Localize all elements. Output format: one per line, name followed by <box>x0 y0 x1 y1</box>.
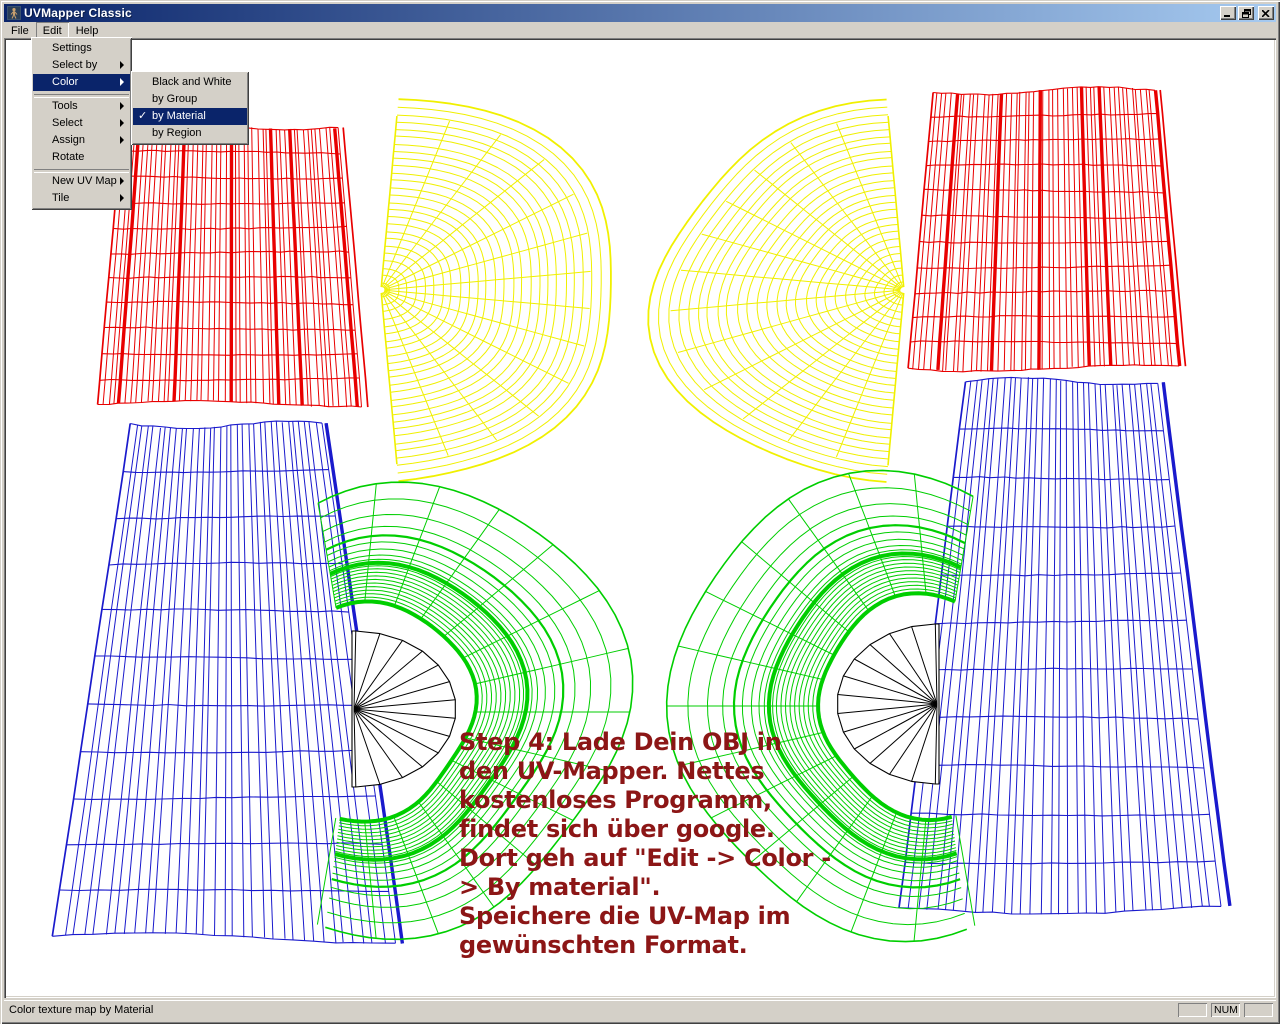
mesh-yellow-fan-right <box>647 98 905 483</box>
color-submenu-item-by-material[interactable]: by Material ✓ <box>133 108 247 125</box>
window-controls <box>1220 6 1274 20</box>
color-submenu-item-black-and-white[interactable]: Black and White <box>133 74 247 91</box>
submenu-arrow-icon <box>120 78 124 86</box>
app-icon <box>7 6 21 20</box>
status-pane-empty <box>1178 1003 1207 1017</box>
menubar-item-help[interactable]: Help <box>69 22 106 38</box>
mesh-yellow-fan-left <box>380 98 612 483</box>
edit-menu-item-select[interactable]: Select <box>33 115 130 132</box>
mesh-blue-patch-right <box>898 376 1232 915</box>
submenu-arrow-icon <box>120 194 124 202</box>
menu-separator <box>34 91 129 98</box>
app-window: UVMapper Classic File Edit Help Step 4: … <box>0 0 1280 1024</box>
window-title: UVMapper Classic <box>24 6 132 20</box>
menubar-item-edit[interactable]: Edit <box>36 22 69 38</box>
mesh-red-patch-right <box>907 86 1187 373</box>
status-pane-empty <box>1244 1003 1273 1017</box>
edit-menu: Settings Select by Color Tools Select Assign R… <box>31 37 132 210</box>
annotation-line: Step 4: Lade Dein OBJ in <box>459 728 782 756</box>
edit-menu-item-select-by[interactable]: Select by <box>33 57 130 74</box>
status-panes: NUM <box>1178 1003 1273 1017</box>
annotation-line: kostenloses Programm, <box>459 786 772 814</box>
submenu-arrow-icon <box>120 61 124 69</box>
annotation-line: den UV-Mapper. Nettes <box>459 757 765 785</box>
uv-canvas[interactable]: Step 4: Lade Dein OBJ in den UV-Mapper. N… <box>4 38 1276 998</box>
close-button[interactable] <box>1258 6 1274 20</box>
menu-bar: File Edit Help <box>4 22 1276 38</box>
annotation-text: Step 4: Lade Dein OBJ in den UV-Mapper. N… <box>459 728 831 960</box>
annotation-line: gewünschten Format. <box>459 931 748 959</box>
annotation-line: > By material". <box>459 873 661 901</box>
checkmark-icon: ✓ <box>138 110 148 122</box>
color-submenu-item-by-region[interactable]: by Region <box>133 125 247 142</box>
mesh-black-fan-right <box>837 623 940 785</box>
color-submenu-item-by-group[interactable]: by Group <box>133 91 247 108</box>
annotation-line: findet sich über google. <box>459 815 775 843</box>
annotation-line: Speichere die UV-Map im <box>459 902 791 930</box>
edit-menu-item-tile[interactable]: Tile <box>33 190 130 207</box>
submenu-arrow-icon <box>120 102 124 110</box>
annotation-line: Dort geh auf "Edit -> Color - <box>459 844 831 872</box>
mesh-black-fan-left <box>351 630 456 788</box>
minimize-button[interactable] <box>1220 6 1236 20</box>
status-bar: Color texture map by Material NUM <box>4 1000 1276 1020</box>
edit-menu-item-rotate[interactable]: Rotate <box>33 149 130 166</box>
edit-menu-item-color[interactable]: Color <box>33 74 130 91</box>
submenu-arrow-icon <box>120 119 124 127</box>
submenu-arrow-icon <box>120 177 124 185</box>
mesh-red-patch-left <box>96 121 369 408</box>
edit-menu-item-assign[interactable]: Assign <box>33 132 130 149</box>
submenu-arrow-icon <box>120 136 124 144</box>
status-pane-num: NUM <box>1211 1003 1240 1017</box>
edit-menu-item-tools[interactable]: Tools <box>33 98 130 115</box>
edit-menu-item-new-uv-map[interactable]: New UV Map <box>33 173 130 190</box>
menubar-item-file[interactable]: File <box>4 22 36 38</box>
edit-menu-item-settings[interactable]: Settings <box>33 40 130 57</box>
restore-button[interactable] <box>1238 6 1254 20</box>
color-submenu: Black and White by Group by Material ✓ by Re… <box>131 71 249 145</box>
title-bar[interactable]: UVMapper Classic <box>4 4 1276 22</box>
status-message: Color texture map by Material <box>9 1004 154 1016</box>
menu-separator <box>34 166 129 173</box>
